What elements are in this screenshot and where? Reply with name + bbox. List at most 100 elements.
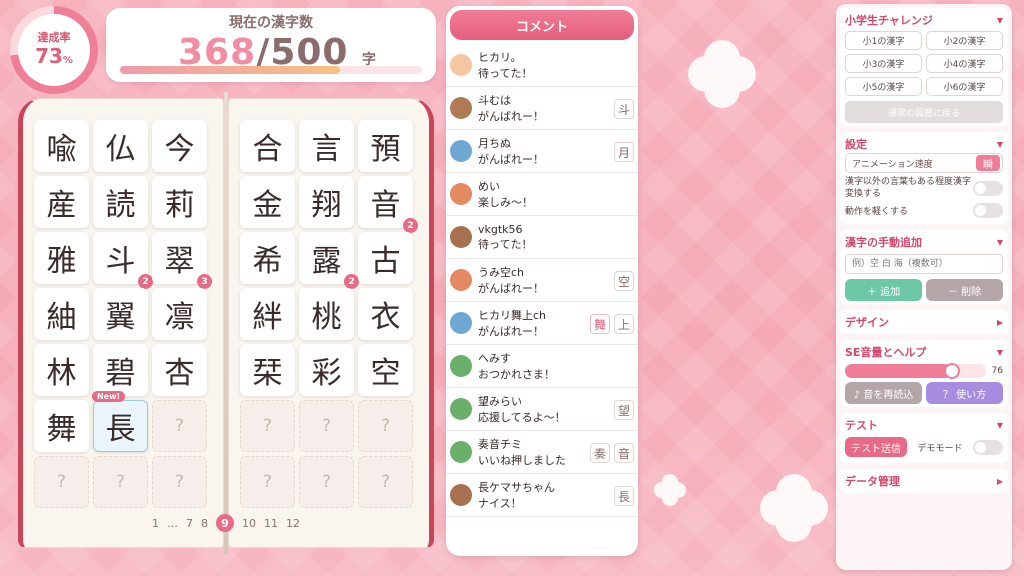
kanji-tile[interactable]: 雅 [34, 232, 89, 284]
light-mode-toggle[interactable] [973, 203, 1003, 218]
comment-author: 望みらい [478, 395, 522, 408]
back-to-normal-button[interactable]: 通常の図鑑に戻る [845, 101, 1003, 123]
test-section-header[interactable]: テスト ▼ [845, 416, 1003, 434]
grade-2-button[interactable]: 小2の漢字 [926, 31, 1003, 50]
grade-1-button[interactable]: 小1の漢字 [845, 31, 922, 50]
demo-mode-toggle[interactable] [972, 439, 1003, 455]
kanji-tile[interactable]: 莉 [152, 176, 207, 228]
kanji-tile[interactable]: 舞 [34, 400, 89, 452]
kanji-count-badge: 3 [197, 274, 212, 289]
kanji-char: 林 [46, 356, 77, 391]
completion-rate-circle: 達成率 73% [10, 6, 98, 94]
kanji-tile[interactable]: 喩 [34, 120, 89, 172]
kanji-tile[interactable]: 碧 [93, 344, 148, 396]
design-section-header[interactable]: デザイン ▶ [845, 313, 1003, 331]
page-number[interactable]: 11 [264, 517, 278, 530]
empty-kanji-slot: ? [34, 456, 89, 508]
grade-5-button[interactable]: 小5の漢字 [845, 77, 922, 96]
kanji-tile[interactable]: 彩 [299, 344, 354, 396]
completion-rate-label: 達成率 [37, 30, 71, 44]
comment-text: がんばれー！ [478, 153, 544, 166]
kanji-tile[interactable]: 今 [152, 120, 207, 172]
kanji-tile[interactable]: 斗2 [93, 232, 153, 289]
comment-item: 奏音チミ いいね押しました 奏音 [446, 431, 638, 474]
kanji-tile[interactable]: 翼 [93, 288, 148, 340]
test-send-button[interactable]: テスト送信 [845, 437, 907, 457]
kanji-tile[interactable]: 音2 [358, 176, 418, 233]
kanji-tile[interactable]: 預 [358, 120, 413, 172]
page-number[interactable]: 10 [242, 517, 256, 530]
page-number[interactable]: 1 [152, 517, 159, 530]
convert-toggle[interactable] [973, 180, 1003, 196]
kanji-tile[interactable]: 林 [34, 344, 89, 396]
comment-text: 楽しみ〜！ [478, 196, 533, 209]
volume-slider[interactable] [845, 363, 986, 379]
kanji-tile[interactable]: 杏 [152, 344, 207, 396]
kanji-tile[interactable]: 仏 [93, 120, 148, 172]
kanji-tile[interactable]: 古 [358, 232, 413, 284]
kanji-tile[interactable]: 金 [240, 176, 295, 228]
empty-kanji-slot: ? [299, 456, 354, 508]
comment-list[interactable]: ヒカリ。 待ってた！ 斗むは がんばれー！斗月ちぬ がんばれー！月めい 楽しみ〜！ vkgt… [446, 44, 638, 517]
kanji-count-panel: 現在の漢字数 368/500 字 [106, 8, 436, 82]
animation-speed-control[interactable]: アニメーション速度瞬 [845, 153, 1003, 173]
kanji-tile[interactable]: 露2 [299, 232, 359, 289]
kanji-tile[interactable]: 凛 [152, 288, 207, 340]
help-button[interactable]: ？ 使い方 [926, 382, 1003, 404]
challenge-section: 小学生チャレンジ ▼ 小1の漢字 小2の漢字 小3の漢字 小4の漢字 小5の漢字 小6の漢字… [840, 8, 1008, 126]
kanji-tile[interactable]: 紬 [34, 288, 89, 340]
page-number[interactable]: 7 [186, 517, 193, 530]
page-number[interactable]: 12 [286, 517, 300, 530]
avatar-icon [450, 97, 472, 119]
kanji-tile[interactable]: 読 [93, 176, 148, 228]
page-navigation: 1 … 7 8 9 10 11 12 [152, 514, 300, 532]
kanji-char: 舞 [46, 412, 77, 447]
comment-text: 応援してるよ〜！ [478, 411, 566, 424]
data-section-header[interactable]: データ管理 ▶ [845, 472, 1003, 490]
kanji-tile[interactable]: 桃 [299, 288, 354, 340]
left-kanji-grid: 喩仏今産読莉雅斗 2 翠 3 紬翼凛林碧杏舞長 New!???? [34, 120, 212, 508]
se-section-header[interactable]: SE音量とヘルプ ▼ [845, 343, 1003, 361]
kanji-tile[interactable]: 希 [240, 232, 295, 284]
remove-kanji-button[interactable]: － 削除 [926, 279, 1003, 301]
add-kanji-button[interactable]: ＋ 追加 [845, 279, 922, 301]
animation-speed-value[interactable]: 瞬 [976, 155, 1000, 171]
kanji-tile[interactable]: 絆 [240, 288, 295, 340]
kanji-tile[interactable]: 翠3 [152, 232, 212, 289]
reload-sound-button[interactable]: ♪ 音を再読込 [845, 382, 922, 404]
kanji-tile[interactable]: 長 New! [92, 391, 148, 452]
grade-4-button[interactable]: 小4の漢字 [926, 54, 1003, 73]
detected-kanji-chip: 月 [614, 142, 634, 162]
kanji-char: 紬 [46, 300, 77, 335]
kanji-tile[interactable]: 翔 [299, 176, 354, 228]
kanji-char: 音 [370, 188, 401, 223]
page-number[interactable]: 9 [216, 514, 234, 532]
kanji-char: ? [115, 472, 126, 492]
challenge-section-header[interactable]: 小学生チャレンジ ▼ [845, 11, 1003, 29]
kanji-char: ? [56, 472, 67, 492]
comment-author: 斗むは [478, 94, 511, 107]
data-section: データ管理 ▶ [840, 469, 1008, 493]
kanji-tile[interactable]: 合 [240, 120, 295, 172]
kanji-input[interactable] [845, 254, 1003, 274]
avatar-icon [450, 398, 472, 420]
kanji-tile[interactable]: 言 [299, 120, 354, 172]
avatar-icon [450, 355, 472, 377]
comment-panel: コメント ヒカリ。 待ってた！ 斗むは がんばれー！斗月ちぬ がんばれー！月めい 楽しみ〜… [446, 6, 638, 556]
kanji-tile[interactable]: 衣 [358, 288, 413, 340]
grade-3-button[interactable]: 小3の漢字 [845, 54, 922, 73]
kanji-char: ? [380, 416, 391, 436]
comment-item: vkgtk56 待ってた！ [446, 216, 638, 259]
comment-text: いいね押しました [478, 454, 566, 467]
manual-add-header[interactable]: 漢字の手動追加 ▼ [845, 233, 1003, 251]
kanji-tile[interactable]: 栞 [240, 344, 295, 396]
page-number[interactable]: 8 [201, 517, 208, 530]
kanji-char: ? [262, 472, 273, 492]
kanji-tile[interactable]: 空 [358, 344, 413, 396]
kanji-char: 露 [311, 244, 342, 279]
settings-section-header[interactable]: 設定 ▼ [845, 135, 1003, 153]
grade-6-button[interactable]: 小6の漢字 [926, 77, 1003, 96]
kanji-tile[interactable]: 産 [34, 176, 89, 228]
kanji-progress-bar [120, 66, 422, 74]
comment-item: 望みらい 応援してるよ〜！ 望 [446, 388, 638, 431]
